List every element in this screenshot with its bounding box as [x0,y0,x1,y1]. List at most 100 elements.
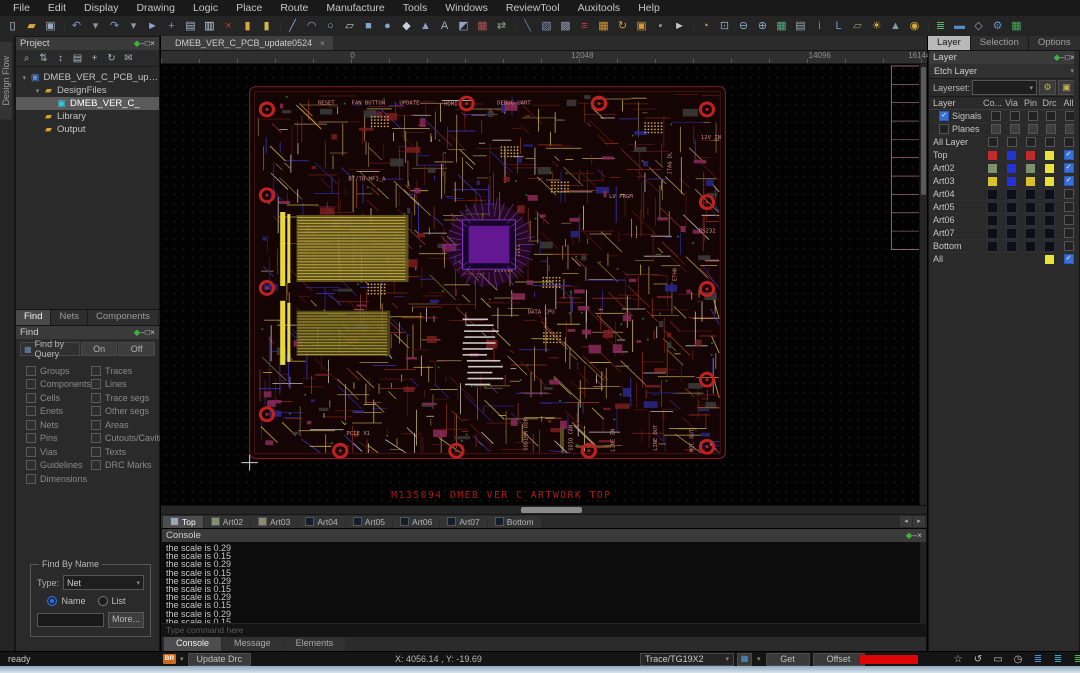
close-icon[interactable]: × [150,38,155,48]
checkbox-icon[interactable] [1064,189,1074,199]
tab-close-icon[interactable]: × [320,39,325,48]
checkbox-icon[interactable]: ✓ [1064,163,1074,173]
layer-group-all-layer[interactable]: All Layer [929,136,1079,149]
chevron-down-icon[interactable]: ▾ [180,655,184,663]
checkbox-icon[interactable] [1064,202,1074,212]
checkbox-icon[interactable] [991,124,1001,134]
document-tab[interactable]: DMEB_VER_C_PCB_update0524 × [161,36,333,50]
refresh-icon[interactable]: ↻ [104,53,119,64]
more-button[interactable]: More... [108,612,144,628]
checkbox-icon[interactable] [1010,111,1020,121]
checkbox-icon[interactable] [1028,111,1038,121]
color-swatch[interactable] [987,202,998,213]
color-swatch[interactable] [1006,202,1017,213]
checkbox-icon[interactable] [1045,137,1055,147]
menu-place[interactable]: Place [227,1,271,15]
probe-icon[interactable]: ► [670,17,689,36]
tabs-scroll-left-icon[interactable]: ◂ [900,516,912,527]
find-check-vias[interactable]: Vias [26,445,91,459]
find-check-dimensions[interactable]: Dimensions [26,472,91,486]
collapse-all-icon[interactable]: ⇅ [36,53,51,64]
color-swatch[interactable] [987,189,998,200]
redo-icon[interactable]: ↷ [105,17,124,36]
layer-row-top[interactable]: Top✓ [929,149,1079,162]
layer-row-art07[interactable]: Art07 [929,227,1079,240]
find-off-button[interactable]: Off [118,342,155,356]
color-swatch[interactable] [1044,189,1055,200]
save-icon[interactable]: ▣ [41,17,60,36]
fit-view-icon[interactable]: ▦ [772,17,791,36]
color-swatch[interactable] [1045,164,1054,173]
checkbox-icon[interactable] [1007,137,1017,147]
measure-icon[interactable]: L [829,17,848,36]
tab-find[interactable]: Find [16,310,51,325]
line-tool-icon[interactable]: ╱ [283,17,302,36]
expand-all-icon[interactable]: ↕ [53,53,68,64]
color-swatch[interactable] [1044,202,1055,213]
find-check-trace-segs[interactable]: Trace segs [91,391,171,405]
canvas-vertical-scrollbar[interactable] [919,64,927,505]
layer-row-art02[interactable]: Art02✓ [929,162,1079,175]
layer-row-art05[interactable]: Art05 [929,201,1079,214]
find-check-pins[interactable]: Pins [26,432,91,446]
layerset-select[interactable]: ▾ [972,80,1037,95]
console-titlebar[interactable]: Console ◆–× [162,529,926,542]
paste-icon[interactable]: ▥ [200,17,219,36]
update-drc-button[interactable]: Update Drc [188,653,252,666]
tab-layer[interactable]: Layer [928,36,971,50]
tree-expand-icon[interactable]: ▾ [20,74,29,82]
color-swatch[interactable] [987,241,998,252]
color-swatch[interactable] [1026,164,1035,173]
open-folder-icon[interactable]: ▰ [22,17,41,36]
layer-tab-bottom[interactable]: Bottom [488,516,541,528]
select-icon[interactable]: ► [143,17,162,36]
plane-icon[interactable]: ▪ [651,17,670,36]
etch-layer-select[interactable]: Etch Layer ▾ [929,64,1079,79]
tree-item-output[interactable]: ▰Output [16,123,159,136]
menu-tools[interactable]: Tools [394,1,437,15]
text-tool-icon[interactable]: A [435,17,454,36]
close-icon[interactable]: × [917,530,922,540]
checkbox-icon[interactable] [939,124,949,134]
pad-icon[interactable]: ▣ [632,17,651,36]
get-button[interactable]: Get [766,653,810,666]
lock-icon[interactable]: ▮ [238,17,257,36]
list-green-icon[interactable]: ≣ [1068,654,1080,665]
find-check-traces[interactable]: Traces [91,364,171,378]
find-name-input[interactable] [37,613,104,627]
tab-nets[interactable]: Nets [51,310,88,325]
tab-console[interactable]: Console [164,637,221,651]
shadow-icon[interactable]: ▲ [886,17,905,36]
color-swatch[interactable] [1025,228,1036,239]
menu-logic[interactable]: Logic [184,1,227,15]
pcb-artwork[interactable]: RESETFAN BUTTONUPDATEHDMIDEBUG UARTBT/TB… [161,64,927,505]
layer-row-all[interactable]: All✓ [929,253,1079,266]
menu-drawing[interactable]: Drawing [127,1,184,15]
console-scrollbar[interactable] [920,542,926,623]
list-cyan-icon[interactable]: ≣ [1048,654,1068,665]
layer-tab-art05[interactable]: Art05 [346,516,392,528]
find-check-guidelines[interactable]: Guidelines [26,459,91,473]
group-route-icon[interactable]: ▧ [537,17,556,36]
layer-tab-art06[interactable]: Art06 [393,516,439,528]
region-icon[interactable]: ▦ [473,17,492,36]
checkbox-icon[interactable] [1046,111,1056,121]
find-check-enets[interactable]: Enets [26,405,91,419]
undo-caret-icon[interactable]: ▾ [86,17,105,36]
swap-icon[interactable]: ⇄ [492,17,511,36]
rotate-icon[interactable]: ↻ [613,17,632,36]
menu-file[interactable]: File [4,1,39,15]
color-dial-icon[interactable]: ◉ [905,17,924,36]
matrix-icon[interactable]: ▦ [594,17,613,36]
color-swatch[interactable] [1045,151,1054,160]
zoom-in-icon[interactable]: ⊕ [753,17,772,36]
design-flow-tab[interactable]: Design Flow [0,42,12,120]
layerset-settings-button[interactable]: ⚙ [1039,80,1056,95]
color-swatch[interactable] [1025,189,1036,200]
tab-selection[interactable]: Selection [971,36,1029,50]
color-swatch[interactable] [1025,215,1036,226]
tab-options[interactable]: Options [1029,36,1080,50]
tree-item-library[interactable]: ▰Library [16,110,159,123]
color-swatch[interactable] [1006,228,1017,239]
bus-icon[interactable]: ≡ [575,17,594,36]
